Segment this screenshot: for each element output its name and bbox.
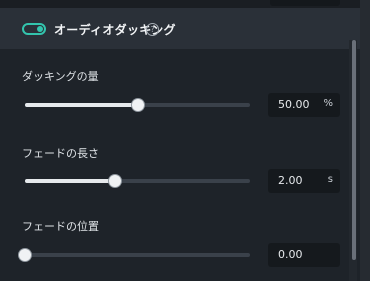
fade-length-field[interactable]: 2.00 s xyxy=(268,169,340,193)
fade-length-label: フェードの長さ xyxy=(22,147,99,160)
ducking-amount-field[interactable]: 50.00 % xyxy=(268,93,340,117)
fade-length-slider-thumb[interactable] xyxy=(109,175,121,187)
fade-position-slider-thumb[interactable] xyxy=(19,249,31,261)
ducking-amount-slider-track[interactable] xyxy=(25,99,250,111)
audio-ducking-header: オーディオダッキング ? xyxy=(0,8,370,49)
toggle-knob xyxy=(37,26,43,32)
fade-position-label: フェードの位置 xyxy=(22,220,99,233)
ducking-amount-label: ダッキングの量 xyxy=(22,70,99,83)
fade-position-slider-track[interactable] xyxy=(19,249,250,261)
scrollbar-thumb[interactable] xyxy=(352,40,356,260)
ducking-amount-unit: % xyxy=(323,98,333,109)
previous-field-edge xyxy=(270,0,340,6)
ducking-amount-slider-thumb[interactable] xyxy=(131,99,144,111)
top-strip xyxy=(0,0,370,8)
fade-position-field[interactable]: 0.00 xyxy=(268,243,340,267)
ducking-amount-slider-fill xyxy=(25,103,138,107)
fade-position-value: 0.00 xyxy=(278,248,303,261)
panel-right-edge xyxy=(360,0,370,281)
ducking-amount-value: 50.00 xyxy=(278,98,310,111)
fade-length-slider-track[interactable] xyxy=(25,175,250,187)
fade-length-value: 2.00 xyxy=(278,174,303,187)
fade-length-unit: s xyxy=(327,174,333,185)
help-icon[interactable]: ? xyxy=(146,23,159,36)
audio-ducking-toggle[interactable] xyxy=(22,23,46,35)
fade-length-slider-fill xyxy=(25,179,115,183)
